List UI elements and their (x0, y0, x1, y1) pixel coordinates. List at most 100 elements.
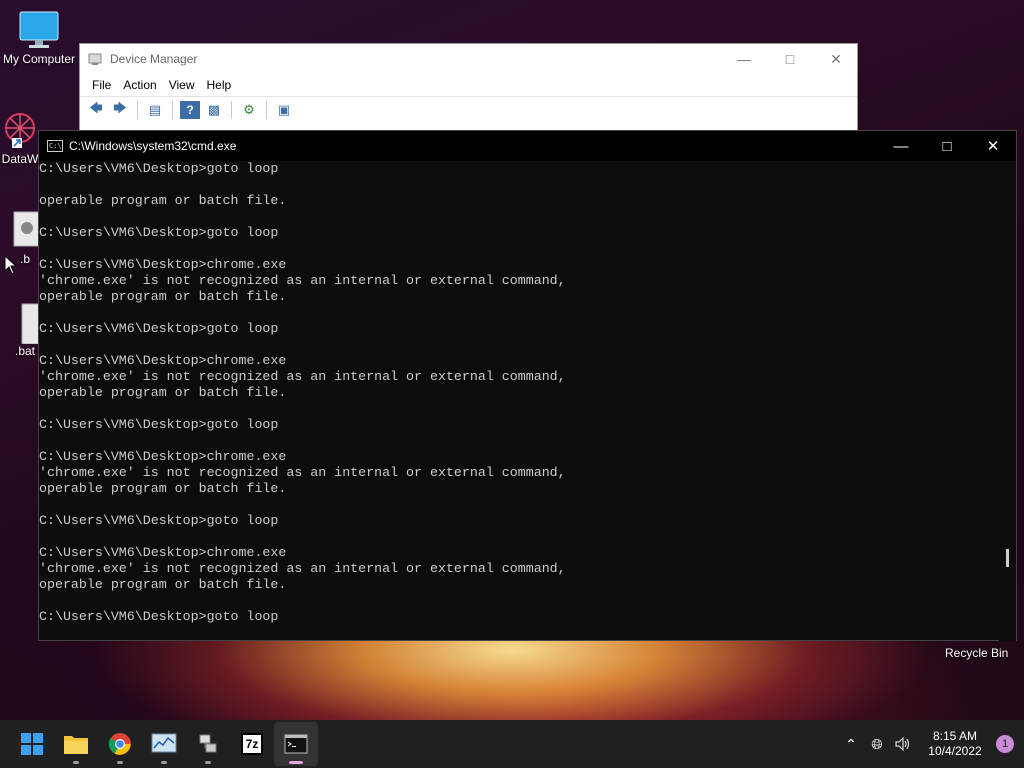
batch-file-icon (10, 300, 40, 344)
desktop-icon-batch-file[interactable]: .bat (10, 300, 40, 358)
mouse-cursor-icon (4, 255, 18, 275)
running-indicator (161, 761, 167, 764)
toolbar-separator (266, 100, 267, 119)
console-line: C:\Users\VM6\Desktop>goto loop (39, 417, 279, 432)
console-line: C:\Users\VM6\Desktop>chrome.exe (39, 449, 287, 464)
menu-bar: File Action View Help (80, 74, 857, 96)
maximize-button[interactable]: □ (924, 131, 970, 161)
taskbar: 7z ⌃ 🌐︎ 8:15 AM 10/4/2022 1 (0, 720, 1024, 768)
computer-icon[interactable]: ▣ (274, 101, 294, 119)
console-line: operable program or batch file. (39, 481, 287, 496)
window-controls: — □ ✕ (721, 44, 859, 74)
desktop-icon-label: My Computer (2, 52, 76, 66)
console-line: operable program or batch file. (39, 193, 287, 208)
app-shortcut-icon (0, 108, 40, 152)
speaker-icon[interactable] (890, 720, 916, 768)
active-indicator (289, 761, 303, 764)
close-button[interactable]: ✕ (970, 131, 1016, 161)
clock-time: 8:15 AM (932, 729, 978, 743)
vertical-scrollbar[interactable] (999, 161, 1016, 641)
desktop-icon-label: DataW (1, 152, 39, 166)
minimize-button[interactable]: — (721, 44, 767, 74)
console-line: operable program or batch file. (39, 577, 287, 592)
menu-action[interactable]: Action (117, 78, 162, 92)
console-output[interactable]: C:\Users\VM6\Desktop>goto loop operable p… (39, 161, 999, 641)
console-line: C:\Users\VM6\Desktop>goto loop (39, 225, 279, 240)
system-tray: ⌃ 🌐︎ 8:15 AM 10/4/2022 1 (838, 720, 1024, 768)
desktop-icon-dataw[interactable]: DataW (0, 108, 40, 166)
cmd-window[interactable]: C:\ C:\Windows\system32\cmd.exe — □ ✕ C:… (38, 130, 1017, 641)
taskbar-chrome[interactable] (98, 722, 142, 766)
cmd-icon: C:\ (47, 140, 63, 152)
chart-icon (151, 733, 177, 753)
console-line: 'chrome.exe' is not recognized as an int… (39, 465, 566, 480)
properties-icon[interactable]: ▩ (204, 101, 224, 119)
device-manager-icon (88, 53, 102, 65)
notification-badge[interactable]: 1 (996, 735, 1014, 753)
console-line: operable program or batch file. (39, 385, 287, 400)
chevron-up-icon[interactable]: ⌃ (838, 720, 864, 768)
globe-icon[interactable]: 🌐︎ (864, 720, 890, 768)
desktop-icon-my-computer[interactable]: My Computer (0, 8, 78, 66)
window-controls: — □ ✕ (878, 131, 1016, 161)
monitor-icon (17, 8, 61, 52)
forward-arrow-icon[interactable]: 🡆 (110, 100, 130, 119)
terminal-icon (284, 734, 308, 754)
scrollbar-thumb[interactable] (1006, 549, 1009, 567)
help-icon[interactable]: ? (180, 100, 200, 119)
chrome-icon (108, 733, 131, 755)
console-line: 'chrome.exe' is not recognized as an int… (39, 561, 566, 576)
folder-icon (64, 736, 88, 754)
running-indicator (73, 761, 79, 764)
console-line: C:\Users\VM6\Desktop>goto loop (39, 513, 279, 528)
console-line: C:\Users\VM6\Desktop>chrome.exe (39, 545, 287, 560)
window-title: Device Manager (110, 52, 198, 66)
start-button[interactable] (10, 722, 54, 766)
cmd-titlebar[interactable]: C:\ C:\Windows\system32\cmd.exe (39, 131, 1016, 161)
taskbar-cmd[interactable] (274, 722, 318, 766)
back-arrow-icon[interactable]: 🡄 (86, 100, 106, 119)
volume-icon (895, 737, 909, 751)
toolbar-separator (172, 100, 173, 119)
taskbar-7zip[interactable]: 7z (230, 722, 274, 766)
taskbar-file-explorer[interactable] (54, 722, 98, 766)
recycle-bin-label[interactable]: Recycle Bin (945, 646, 1008, 660)
scan-hardware-icon[interactable]: ⚙ (239, 101, 259, 119)
menu-view[interactable]: View (163, 78, 201, 92)
batch-file-icon (10, 208, 40, 252)
desktop-icon-label: .b (19, 252, 30, 266)
clock-date: 10/4/2022 (928, 744, 982, 758)
toolbar: 🡄 🡆 ▤ ? ▩ ⚙ ▣ (80, 96, 857, 122)
taskbar-performance-monitor[interactable] (142, 722, 186, 766)
running-indicator (117, 761, 123, 764)
toolbar-separator (231, 100, 232, 119)
show-hide-console-tree-icon[interactable]: ▤ (145, 101, 165, 119)
console-line: 'chrome.exe' is not recognized as an int… (39, 273, 566, 288)
menu-help[interactable]: Help (201, 78, 238, 92)
clock[interactable]: 8:15 AM 10/4/2022 (920, 729, 990, 759)
taskbar-network-app[interactable] (186, 722, 230, 766)
device-manager-window[interactable]: Device Manager — □ ✕ File Action View He… (79, 43, 858, 143)
close-button[interactable]: ✕ (813, 44, 859, 74)
windows-logo-icon (21, 733, 43, 755)
console-line: C:\Users\VM6\Desktop>chrome.exe (39, 257, 287, 272)
running-indicator (205, 761, 211, 764)
7zip-icon-text: 7z (245, 737, 259, 751)
menu-file[interactable]: File (86, 78, 117, 92)
toolbar-separator (137, 100, 138, 119)
console-line: C:\Users\VM6\Desktop>goto loop (39, 609, 279, 624)
minimize-button[interactable]: — (878, 131, 924, 161)
maximize-button[interactable]: □ (767, 44, 813, 74)
desktop-icon-label: .bat (14, 344, 35, 358)
console-line: operable program or batch file. (39, 289, 287, 304)
7zip-icon: 7z (241, 733, 263, 755)
